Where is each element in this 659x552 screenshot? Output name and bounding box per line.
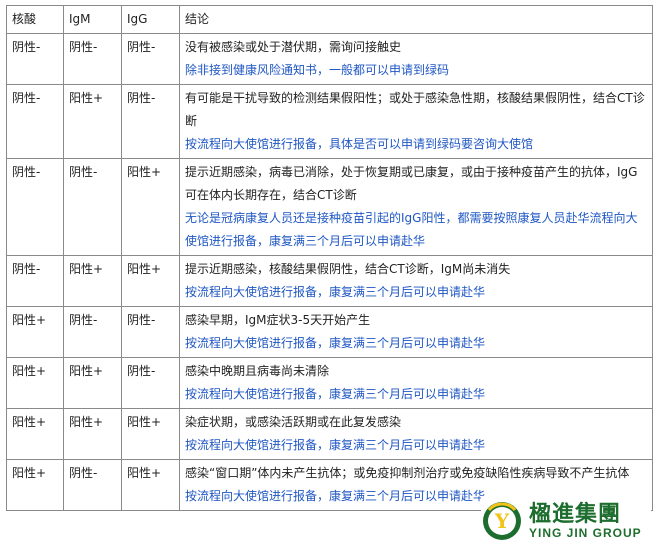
header-conclusion: 结论 xyxy=(179,5,653,34)
table-row: 阴性- 阳性+ 阳性+ 提示近期感染，核酸结果假阴性，结合CT诊断，IgM尚未消… xyxy=(6,255,653,307)
conclusion-note: 无论是冠病康复人员还是接种疫苗引起的IgG阳性，都需要按照康复人员赴华流程向大使… xyxy=(185,211,638,248)
cell-conclusion: 没有被感染或处于潜伏期，需询问接触史 除非接到健康风险通知书，一般都可以申请到绿… xyxy=(179,33,653,85)
cell-igm: 阳性+ xyxy=(63,357,122,409)
cell-conclusion: 提示近期感染，核酸结果假阴性，结合CT诊断，IgM尚未消失 按流程向大使馆进行报… xyxy=(179,255,653,307)
table-row: 阳性+ 阳性+ 阴性- 感染中晚期且病毒尚未清除 按流程向大使馆进行报备，康复满… xyxy=(6,357,653,409)
table-row: 阴性- 阳性+ 阴性- 有可能是干扰导致的检测结果假阳性；或处于感染急性期，核酸… xyxy=(6,84,653,159)
logo-mark-letter: Y xyxy=(494,509,510,533)
table-header-row: 核酸 IgM IgG 结论 xyxy=(6,5,653,34)
company-logo: Y 楹進集團 YING JIN GROUP xyxy=(481,496,651,546)
cell-igg: 阴性- xyxy=(121,84,180,159)
table-row: 阴性- 阴性- 阳性+ 提示近期感染，病毒已消除，处于恢复期或已康复，或由于接种… xyxy=(6,158,653,256)
cell-nucleic: 阴性- xyxy=(6,33,64,85)
cell-igg: 阴性- xyxy=(121,306,180,358)
cell-igg: 阳性+ xyxy=(121,408,180,460)
table-row: 阴性- 阴性- 阴性- 没有被感染或处于潜伏期，需询问接触史 除非接到健康风险通… xyxy=(6,33,653,85)
conclusion-note: 按流程向大使馆进行报备，康复满三个月后可以申请赴华 xyxy=(185,387,486,401)
cell-conclusion: 有可能是干扰导致的检测结果假阳性；或处于感染急性期，核酸结果假阴性，结合CT诊断… xyxy=(179,84,653,159)
table-row: 阳性+ 阳性+ 阳性+ 染症状期，或感染活跃期或在此复发感染 按流程向大使馆进行… xyxy=(6,408,653,460)
logo-mark-icon: Y xyxy=(481,500,523,542)
conclusion-note: 按流程向大使馆进行报备，康复满三个月后可以申请赴华 xyxy=(185,336,486,350)
cell-igg: 阳性+ xyxy=(121,158,180,256)
conclusion-text: 感染“窗口期”体内未产生抗体；或免疫抑制剂治疗或免疫缺陷性疾病导致不产生抗体 xyxy=(185,466,630,480)
cell-conclusion: 感染早期，IgM症状3-5天开始产生 按流程向大使馆进行报备，康复满三个月后可以… xyxy=(179,306,653,358)
conclusion-note: 按流程向大使馆进行报备，具体是否可以申请到绿码要咨询大使馆 xyxy=(185,137,534,151)
header-igg: IgG xyxy=(121,5,180,34)
cell-conclusion: 提示近期感染，病毒已消除，处于恢复期或已康复，或由于接种疫苗产生的抗体，IgG可… xyxy=(179,158,653,256)
cell-igm: 阳性+ xyxy=(63,84,122,159)
test-results-table: 核酸 IgM IgG 结论 阴性- 阴性- 阴性- 没有被感染或处于潜伏期，需询… xyxy=(6,5,653,511)
conclusion-text: 提示近期感染，病毒已消除，处于恢复期或已康复，或由于接种疫苗产生的抗体，IgG可… xyxy=(185,165,638,202)
cell-igm: 阳性+ xyxy=(63,408,122,460)
conclusion-text: 没有被感染或处于潜伏期，需询问接触史 xyxy=(185,40,402,54)
cell-nucleic: 阳性+ xyxy=(6,357,64,409)
cell-igg: 阴性- xyxy=(121,33,180,85)
logo-text: 楹進集團 YING JIN GROUP xyxy=(529,502,642,540)
cell-conclusion: 染症状期，或感染活跃期或在此复发感染 按流程向大使馆进行报备，康复满三个月后可以… xyxy=(179,408,653,460)
cell-nucleic: 阳性+ xyxy=(6,459,64,511)
cell-igg: 阴性- xyxy=(121,357,180,409)
conclusion-text: 感染早期，IgM症状3-5天开始产生 xyxy=(185,313,371,327)
conclusion-text: 提示近期感染，核酸结果假阴性，结合CT诊断，IgM尚未消失 xyxy=(185,262,511,276)
conclusion-text: 有可能是干扰导致的检测结果假阳性；或处于感染急性期，核酸结果假阴性，结合CT诊断 xyxy=(185,91,645,128)
cell-igg: 阳性+ xyxy=(121,459,180,511)
cell-nucleic: 阴性- xyxy=(6,255,64,307)
logo-name-cn: 楹進集團 xyxy=(529,501,622,527)
cell-conclusion: 感染中晚期且病毒尚未清除 按流程向大使馆进行报备，康复满三个月后可以申请赴华 xyxy=(179,357,653,409)
conclusion-text: 染症状期，或感染活跃期或在此复发感染 xyxy=(185,415,402,429)
cell-nucleic: 阳性+ xyxy=(6,408,64,460)
conclusion-note: 按流程向大使馆进行报备，康复满三个月后可以申请赴华 xyxy=(185,285,486,299)
header-nucleic: 核酸 xyxy=(6,5,64,34)
cell-igg: 阳性+ xyxy=(121,255,180,307)
cell-nucleic: 阴性- xyxy=(6,158,64,256)
cell-nucleic: 阳性+ xyxy=(6,306,64,358)
conclusion-text: 感染中晚期且病毒尚未清除 xyxy=(185,364,330,378)
cell-igm: 阴性- xyxy=(63,158,122,256)
cell-igm: 阴性- xyxy=(63,306,122,358)
table-row: 阳性+ 阴性- 阴性- 感染早期，IgM症状3-5天开始产生 按流程向大使馆进行… xyxy=(6,306,653,358)
cell-igm: 阳性+ xyxy=(63,255,122,307)
logo-name-en: YING JIN GROUP xyxy=(529,526,642,540)
conclusion-note: 除非接到健康风险通知书，一般都可以申请到绿码 xyxy=(185,63,450,77)
conclusion-note: 按流程向大使馆进行报备，康复满三个月后可以申请赴华 xyxy=(185,438,486,452)
cell-igm: 阴性- xyxy=(63,33,122,85)
header-igm: IgM xyxy=(63,5,122,34)
cell-igm: 阴性- xyxy=(63,459,122,511)
cell-nucleic: 阴性- xyxy=(6,84,64,159)
